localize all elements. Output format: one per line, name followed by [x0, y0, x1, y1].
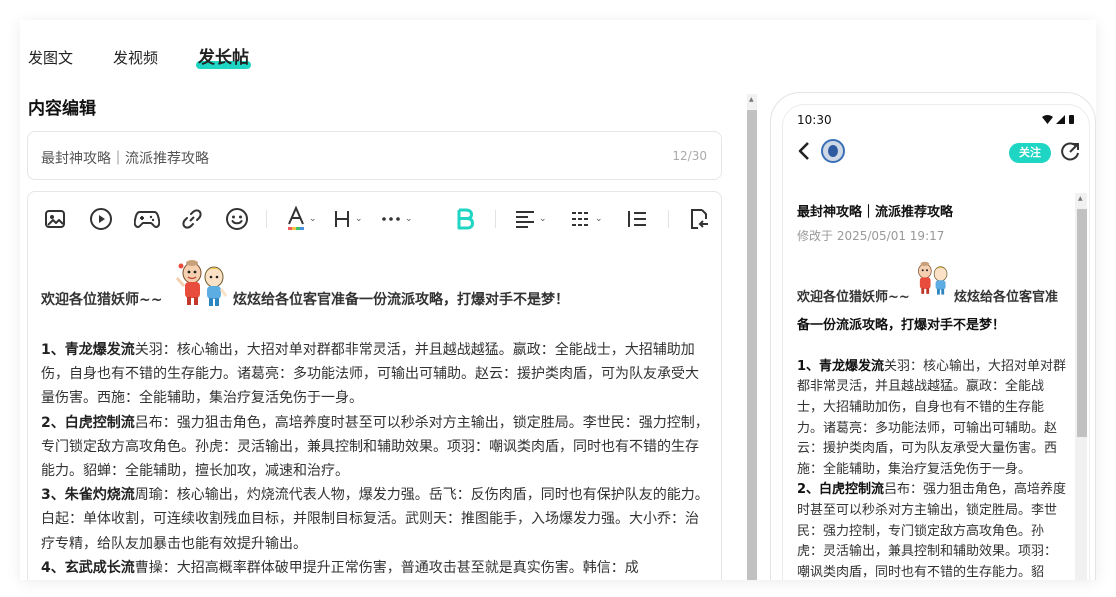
follow-button[interactable]: 关注 [1009, 143, 1051, 163]
editor-scrollbar-thumb[interactable] [747, 110, 757, 580]
tab-label: 发图文 [28, 49, 74, 67]
preview-paragraph-2: 2、白虎控制流吕布：强力狙击角色，高培养度时甚至可以秒杀对方主输出，锁定胜局。李… [797, 480, 1069, 580]
welcome-line-2: 备一份流派攻略，打爆对手不是梦！ [797, 318, 1006, 334]
paragraph-heading: 3、朱雀灼烧流 [41, 487, 135, 504]
align-icon[interactable]: ⌄ [514, 206, 547, 232]
paragraph-body: 关羽：核心输出，大招对单对群都非常灵活，并且越战越猛。嬴政：全能战士，大招辅助加… [797, 358, 1067, 477]
scroll-up-arrow-icon[interactable]: ▲ [749, 96, 754, 103]
paragraph-heading: 1、青龙爆发流 [41, 342, 135, 358]
battery-icon [1069, 115, 1074, 124]
preview-paragraph-1: 1、青龙爆发流关羽：核心输出，大招对单对群都非常灵活，并且越战越猛。嬴政：全能战… [797, 357, 1069, 481]
link-icon[interactable] [180, 206, 204, 232]
section-title: 内容编辑 [28, 99, 96, 119]
video-icon[interactable] [89, 206, 113, 232]
indent-icon[interactable] [626, 206, 648, 232]
undo-icon[interactable] [688, 206, 710, 232]
avatar[interactable] [821, 139, 845, 163]
toolbar-divider [495, 210, 496, 228]
paragraph-4: 4、玄武成长流曹操：大招高概率群体破甲提升正常伤害，普通攻击甚至就是真实伤害。韩… [41, 556, 711, 580]
gamepad-icon[interactable] [134, 206, 160, 232]
paragraph-1: 1、青龙爆发流关羽：核心输出，大招对单对群都非常灵活，并且越战越猛。嬴政：全能战… [41, 338, 711, 411]
paragraph-heading: 2、白虎控制流 [797, 482, 885, 498]
toolbar-divider [668, 210, 669, 228]
rich-text-editor[interactable]: ⌄ ⌄ ⌄ ⌄ ⌄ 欢迎各位猎妖师~~ 炫炫给各位客官准备一份流派攻略，打爆对手… [27, 191, 722, 580]
image-icon[interactable] [44, 206, 66, 232]
preview-date: 修改于 2025/05/01 19:17 [797, 228, 945, 243]
welcome-left-text: 欢迎各位猎妖师~~ [797, 290, 910, 306]
paragraph-2: 2、白虎控制流吕布：强力狙击角色，高培养度时甚至可以秒杀对方主输出，锁定胜局。李… [41, 411, 711, 484]
chevron-down-icon: ⌄ [405, 214, 413, 224]
tab-long-post[interactable]: 发长帖 [196, 43, 252, 69]
tab-video[interactable]: 发视频 [113, 47, 158, 68]
toolbar-divider [266, 210, 267, 228]
preview-title: 最封神攻略｜流派推荐攻略 [797, 205, 954, 220]
paragraph-body: 周瑜：核心输出，灼烧流代表人物，爆发力强。岳飞：反伤肉盾，同时也有保护队友的能力… [41, 487, 709, 552]
cartoon-sticker [912, 256, 952, 304]
paragraph-body: 关羽：核心输出，大招对单对群都非常灵活，并且越战越猛。嬴政：全能战士，大招辅助加… [41, 342, 699, 407]
post-editor-card: 发图文 发视频 发长帖 内容编辑 最封神攻略｜流派推荐攻略 12/30 ⌄ ⌄ … [20, 20, 1096, 580]
editor-toolbar: ⌄ ⌄ ⌄ ⌄ ⌄ [28, 192, 721, 244]
welcome-right-text: 炫炫给各位客官准备一份流派攻略，打爆对手不是梦！ [233, 292, 569, 308]
title-input-value: 最封神攻略｜流派推荐攻略 [41, 151, 209, 167]
wifi-icon [1042, 114, 1053, 124]
welcome-left-text: 欢迎各位猎妖师~~ [41, 292, 163, 308]
status-bar-time: 10:30 [797, 113, 832, 127]
back-icon[interactable] [797, 141, 811, 165]
chevron-down-icon: ⌄ [309, 214, 317, 224]
tab-label: 发长帖 [198, 48, 250, 68]
tab-image-text[interactable]: 发图文 [28, 47, 73, 68]
phone-preview-screen: 10:30 关注 最封神攻略｜流派推荐攻略 修改于 2025/05/01 19:… [782, 104, 1090, 580]
emoji-icon[interactable] [225, 206, 249, 232]
cartoon-sticker [175, 252, 229, 316]
editor-content[interactable]: 欢迎各位猎妖师~~ 炫炫给各位客官准备一份流派攻略，打爆对手不是梦！ 1、青龙爆… [41, 250, 711, 580]
welcome-right-text: 炫炫给各位客官准 [954, 290, 1059, 306]
paragraph-body: 曹操：大招高概率群体破甲提升正常伤害，普通攻击甚至就是真实伤害。韩信：成 [134, 559, 639, 576]
preview-welcome-line: 欢迎各位猎妖师~~ 炫炫给各位客官准 [797, 256, 1069, 316]
font-color-icon[interactable]: ⌄ [286, 206, 317, 232]
title-char-count: 12/30 [672, 149, 707, 163]
more-icon[interactable]: ⌄ [380, 206, 413, 232]
preview-scrollbar-thumb[interactable] [1077, 209, 1087, 437]
paragraph-heading: 4、玄武成长流 [41, 559, 135, 576]
signal-icon [1056, 114, 1065, 124]
status-bar-icons [1042, 114, 1075, 124]
chevron-down-icon: ⌄ [355, 214, 363, 224]
line-spacing-icon[interactable]: ⌄ [570, 206, 603, 232]
share-icon[interactable] [1059, 141, 1081, 167]
paragraph-heading: 2、白虎控制流 [41, 414, 135, 431]
post-type-tabs: 发图文 发视频 发长帖 [28, 43, 289, 69]
heading-icon[interactable]: ⌄ [332, 206, 363, 232]
preview-content: 最封神攻略｜流派推荐攻略 修改于 2025/05/01 19:17 欢迎各位猎妖… [797, 203, 1069, 580]
paragraph-heading: 1、青龙爆发流 [797, 358, 885, 374]
bold-icon[interactable] [456, 206, 474, 232]
title-input[interactable]: 最封神攻略｜流派推荐攻略 12/30 [27, 131, 722, 180]
chevron-down-icon: ⌄ [539, 214, 547, 224]
tab-label: 发视频 [113, 49, 159, 67]
chevron-down-icon: ⌄ [595, 214, 603, 224]
scroll-up-arrow-icon[interactable]: ▲ [1078, 195, 1083, 202]
welcome-line: 欢迎各位猎妖师~~ 炫炫给各位客官准备一份流派攻略，打爆对手不是梦！ [41, 250, 711, 310]
paragraph-3: 3、朱雀灼烧流周瑜：核心输出，灼烧流代表人物，爆发力强。岳飞：反伤肉盾，同时也有… [41, 483, 711, 556]
paragraph-body: 吕布：强力狙击角色，高培养度时甚至可以秒杀对方主输出，锁定胜局。李世民：强力控制… [41, 414, 709, 480]
